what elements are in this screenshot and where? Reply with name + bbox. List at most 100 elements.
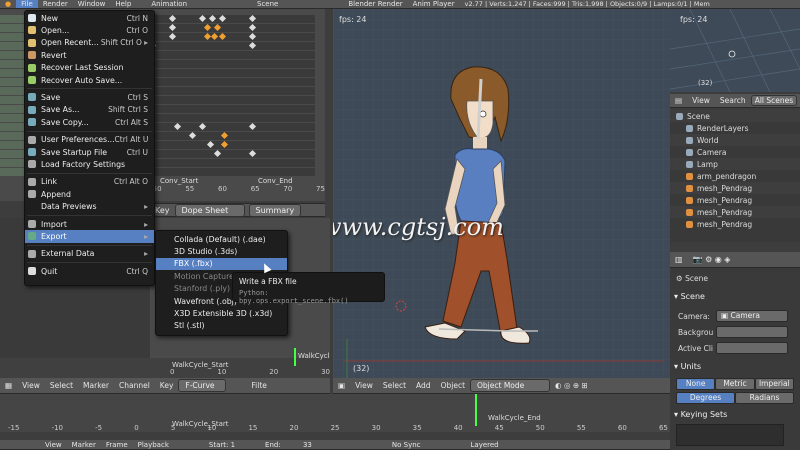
ruler-tick: 55 (576, 424, 586, 432)
outliner-row[interactable]: arm_pendragon (670, 170, 800, 182)
graph-select-menu[interactable]: Select (45, 381, 78, 390)
properties-editor[interactable]: ▥ 📷 ⚙ ◉ ◈ ⚙ Scene ▾ Scene Camera: ▣ Came… (670, 252, 800, 450)
active-clip-field[interactable] (716, 342, 788, 354)
scene-select[interactable]: Scene (252, 0, 283, 8)
file-menu-item[interactable]: External Data ▸ (25, 248, 154, 260)
file-menu-item[interactable]: New Ctrl N (25, 12, 154, 24)
unit-metric-button[interactable]: Metric (715, 378, 755, 390)
graph-key-menu[interactable]: Key (155, 381, 179, 390)
background-field[interactable] (716, 326, 788, 338)
file-menu-item[interactable]: User Preferences... Ctrl Alt U (25, 134, 154, 146)
timeline-start-field[interactable]: Start: 1 (204, 441, 240, 449)
outliner-row[interactable]: Lamp (670, 158, 800, 170)
blender-logo-icon[interactable]: ● (0, 0, 16, 8)
export-menu-item[interactable]: 3D Studio (.3ds) (156, 245, 287, 257)
ruler-tick: 65 (658, 424, 668, 432)
keying-sets-header[interactable]: ▾ Keying Sets (674, 410, 727, 419)
dope-mode-select[interactable]: Dope Sheet (174, 203, 245, 217)
export-item-label: 3D Studio (.3ds) (174, 247, 238, 257)
marker-conv-start[interactable]: Conv_Start (160, 177, 198, 185)
screen-layout-select[interactable]: Animation (146, 0, 192, 8)
file-menu-item[interactable]: Append (25, 188, 154, 200)
timeline-frame-menu[interactable]: Frame (101, 441, 133, 449)
export-menu-item[interactable]: Collada (Default) (.dae) (156, 233, 287, 245)
character-model[interactable] (333, 9, 670, 378)
file-menu-item[interactable]: Recover Auto Save... (25, 74, 154, 86)
outliner-view-tab[interactable]: View (687, 96, 715, 105)
menu-help[interactable]: Help (110, 0, 136, 8)
unit-none-button[interactable]: None (676, 378, 716, 390)
graph-filter-button[interactable]: Filte (246, 381, 272, 390)
viewport-add-menu[interactable]: Add (411, 381, 436, 390)
editor-type-icon[interactable]: ▣ (333, 381, 350, 390)
camera-preview[interactable]: fps: 24 (32) (670, 9, 800, 92)
outliner-row[interactable]: World (670, 134, 800, 146)
timeline-view-menu[interactable]: View (40, 441, 67, 449)
outliner-row[interactable]: RenderLayers (670, 122, 800, 134)
3d-viewport[interactable]: fps: 24 (32) www.cgtsj.com (333, 9, 670, 378)
properties-type-icon[interactable]: ▥ (670, 255, 688, 264)
file-menu-item[interactable]: Open... Ctrl O (25, 24, 154, 36)
outliner-list[interactable]: Scene RenderLayers World Camera Lamp arm_pend… (670, 110, 800, 242)
menu-item-label: Load Factory Settings (41, 159, 126, 169)
file-menu-item[interactable]: Save Ctrl S (25, 91, 154, 103)
export-menu-item[interactable]: X3D Extensible 3D (.x3d) (156, 307, 287, 319)
outliner-row[interactable]: Scene (670, 110, 800, 122)
marker-walkcycle-end[interactable]: WalkCycle_End (488, 414, 541, 422)
menu-render[interactable]: Render (38, 0, 73, 8)
properties-context-icons[interactable]: 📷 ⚙ ◉ ◈ (688, 255, 736, 264)
ruler-tick: 15 (248, 424, 258, 432)
editor-type-icon[interactable]: ▦ (0, 381, 17, 390)
file-menu-item[interactable]: Import ▸ (25, 218, 154, 230)
anim-player-button[interactable]: Anim Player (408, 0, 460, 8)
outliner-row[interactable]: mesh_Pendrag (670, 182, 800, 194)
timeline-marker-menu[interactable]: Marker (67, 441, 101, 449)
timeline-region[interactable]: WalkCycle_Start WalkCycle_End -15 -10 -5 0 5… (0, 394, 670, 432)
outliner-all-scenes-select[interactable]: All Scenes (750, 95, 798, 106)
file-menu-item[interactable]: Save As... Shift Ctrl S (25, 104, 154, 116)
file-menu-item[interactable]: Data Previews ▸ (25, 200, 154, 212)
radians-button[interactable]: Radians (735, 392, 794, 404)
keying-layered-select[interactable]: Layered (466, 441, 504, 449)
file-menu-item[interactable]: Link Ctrl Alt O (25, 176, 154, 188)
file-menu-item[interactable]: Revert (25, 49, 154, 61)
menu-window[interactable]: Window (73, 0, 111, 8)
unit-imperial-button[interactable]: Imperial (754, 378, 794, 390)
units-panel-header[interactable]: ▾ Units (674, 362, 701, 371)
timeline-playback-menu[interactable]: Playback (133, 441, 174, 449)
outliner-row[interactable]: mesh_Pendrag (670, 194, 800, 206)
export-menu-item[interactable]: Stl (.stl) (156, 320, 287, 332)
render-engine-select[interactable]: Blender Render (343, 0, 407, 8)
outliner-row[interactable]: mesh_Pendrag (670, 218, 800, 230)
outliner-row[interactable]: mesh_Pendrag (670, 206, 800, 218)
sync-select[interactable]: No Sync (387, 441, 426, 449)
file-menu-item[interactable]: Recover Last Session (25, 62, 154, 74)
graph-marker-menu[interactable]: Marker (78, 381, 114, 390)
camera-field[interactable]: ▣ Camera (716, 310, 788, 322)
file-menu-item[interactable]: Open Recent... Shift Ctrl O ▸ (25, 37, 154, 49)
file-menu-item[interactable]: Load Factory Settings (25, 158, 154, 170)
graph-fcurve-select[interactable]: F-Curve (178, 379, 227, 392)
file-menu-item[interactable]: Export ▸ (25, 230, 154, 243)
marker-conv-end[interactable]: Conv_End (258, 177, 293, 185)
degrees-button[interactable]: Degrees (676, 392, 735, 404)
dope-summary-button[interactable]: Summary (248, 203, 302, 217)
scene-panel-header[interactable]: ▾ Scene (674, 292, 705, 301)
shading-icons[interactable]: ◐ ◎ ⊕ ⊞ (550, 381, 593, 390)
menu-file[interactable]: File (16, 0, 38, 8)
viewport-view-menu[interactable]: View (350, 381, 378, 390)
outliner-search-tab[interactable]: Search (715, 96, 751, 105)
file-menu-item[interactable]: Save Startup File Ctrl U (25, 146, 154, 158)
graph-channel-menu[interactable]: Channel (114, 381, 155, 390)
file-menu-item[interactable]: Quit Ctrl Q (25, 265, 154, 277)
keying-sets-list[interactable] (676, 424, 784, 446)
outliner-row[interactable]: Camera (670, 146, 800, 158)
graph-view-menu[interactable]: View (17, 381, 45, 390)
outliner-type-icon[interactable]: ▤ (670, 96, 687, 105)
file-menu-item[interactable]: Save Copy... Ctrl Alt S (25, 116, 154, 128)
marker-walkcycle-graph[interactable]: WalkCycl (298, 352, 330, 360)
object-mode-select[interactable]: Object Mode (470, 379, 551, 392)
viewport-select-menu[interactable]: Select (378, 381, 411, 390)
timeline-end-field[interactable]: End: 33 (260, 441, 317, 449)
viewport-object-menu[interactable]: Object (436, 381, 470, 390)
